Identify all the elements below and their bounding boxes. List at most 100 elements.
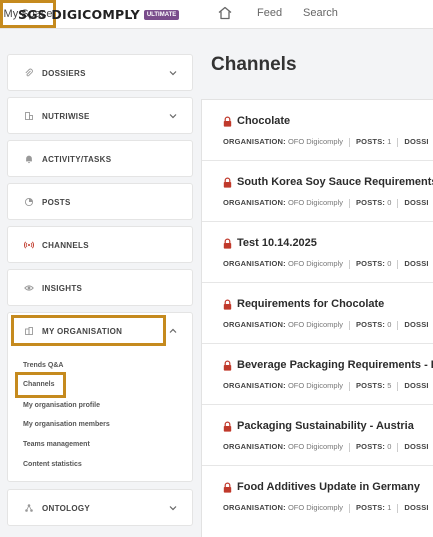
channel-title[interactable]: South Korea Soy Sauce Requirements xyxy=(237,176,433,188)
channel-row[interactable]: Chocolate ORGANISATION: OFO Digicomply PO… xyxy=(202,100,433,161)
page-title: Channels xyxy=(211,54,297,75)
channel-meta: ORGANISATION: OFO Digicomply POSTS: 5 DOSS… xyxy=(223,381,429,391)
logo-badge: ULTIMATE xyxy=(143,9,180,20)
channel-title[interactable]: Packaging Sustainability - Austria xyxy=(237,420,414,432)
organisation-value: OFO Digicomply xyxy=(287,259,343,268)
posts-label: POSTS: xyxy=(355,198,386,207)
org-subitem-members[interactable]: My organisation members xyxy=(23,421,110,428)
channel-title[interactable]: Beverage Packaging Requirements - EU xyxy=(237,359,433,371)
organisation-value: OFO Digicomply xyxy=(287,442,343,451)
chevron-up-icon[interactable] xyxy=(168,326,178,336)
org-subitem-teams[interactable]: Teams management xyxy=(23,441,90,448)
channel-meta: ORGANISATION: OFO Digicomply POSTS: 1 DOSS… xyxy=(223,503,429,513)
sidebar-item-ontology[interactable]: ONTOLOGY xyxy=(7,489,193,526)
sidebar-item-label: POSTS xyxy=(42,197,71,207)
channel-meta: ORGANISATION: OFO Digicomply POSTS: 0 DOSS… xyxy=(223,198,429,208)
channel-list: Chocolate ORGANISATION: OFO Digicomply PO… xyxy=(201,99,433,537)
channel-title[interactable]: Food Additives Update in Germany xyxy=(237,481,420,493)
sidebar-item-label: INSIGHTS xyxy=(42,283,83,293)
posts-icon xyxy=(24,197,34,207)
lock-icon xyxy=(223,177,232,188)
organisation-value: OFO Digicomply xyxy=(287,137,343,146)
posts-value: 0 xyxy=(387,259,392,268)
sidebar-item-activity-tasks[interactable]: ACTIVITY/TASKS xyxy=(7,140,193,177)
posts-value: 0 xyxy=(387,320,392,329)
org-subitem-trends-qa[interactable]: Trends Q&A xyxy=(23,362,63,369)
channel-meta: ORGANISATION: OFO Digicomply POSTS: 1 DOSS… xyxy=(223,137,429,147)
broadcast-icon xyxy=(24,241,34,249)
lock-icon xyxy=(223,421,232,432)
organisation-label: ORGANISATION: xyxy=(223,381,286,390)
sidebar-item-channels[interactable]: CHANNELS xyxy=(7,226,193,263)
channel-row[interactable]: Beverage Packaging Requirements - EU ORG… xyxy=(202,344,433,405)
organisation-label: ORGANISATION: xyxy=(223,442,286,451)
sidebar-item-label: CHANNELS xyxy=(42,240,89,250)
channel-meta: ORGANISATION: OFO Digicomply POSTS: 0 DOSS… xyxy=(223,320,429,330)
organisation-value: OFO Digicomply xyxy=(287,381,343,390)
nav-search[interactable]: Search xyxy=(303,7,338,19)
lock-icon xyxy=(223,238,232,249)
logo-text: SGS DIGICOMPLY xyxy=(18,7,140,22)
sidebar-item-posts[interactable]: POSTS xyxy=(7,183,193,220)
sidebar-item-insights[interactable]: INSIGHTS xyxy=(7,269,193,306)
organisation-value: OFO Digicomply xyxy=(287,198,343,207)
organisation-label: ORGANISATION: xyxy=(223,320,286,329)
lock-icon xyxy=(223,116,232,127)
sidebar-item-nutriwise[interactable]: NUTRIWISE xyxy=(7,97,193,134)
organisation-value: OFO Digicomply xyxy=(287,320,343,329)
organisation-label: ORGANISATION: xyxy=(223,503,286,512)
channel-title[interactable]: Chocolate xyxy=(237,115,290,127)
posts-label: POSTS: xyxy=(355,320,386,329)
channel-row[interactable]: Test 10.14.2025 ORGANISATION: OFO Digico… xyxy=(202,222,433,283)
organisation-label: ORGANISATION: xyxy=(223,198,286,207)
org-subitem-content-statistics[interactable]: Content statistics xyxy=(23,461,82,468)
sidebar-item-dossiers[interactable]: DOSSIERS xyxy=(7,54,193,91)
channel-title[interactable]: Test 10.14.2025 xyxy=(237,237,317,249)
dossiers-label: DOSSI xyxy=(404,137,429,146)
nav-feed[interactable]: Feed xyxy=(257,7,282,19)
lock-icon xyxy=(223,299,232,310)
channel-title[interactable]: Requirements for Chocolate xyxy=(237,298,384,310)
organisation-value: OFO Digicomply xyxy=(287,503,343,512)
my-organisation-highlight xyxy=(11,315,166,346)
posts-label: POSTS: xyxy=(355,442,386,451)
lock-icon xyxy=(223,482,232,493)
chevron-down-icon[interactable] xyxy=(168,503,178,513)
posts-value: 1 xyxy=(387,503,392,512)
org-subitem-profile[interactable]: My organisation profile xyxy=(23,402,100,409)
dossiers-label: DOSSI xyxy=(404,259,429,268)
channel-row[interactable]: Requirements for Chocolate ORGANISATION:… xyxy=(202,283,433,344)
eye-icon xyxy=(24,285,34,291)
home-icon[interactable] xyxy=(217,5,233,21)
posts-value: 5 xyxy=(387,381,392,390)
chevron-down-icon[interactable] xyxy=(168,68,178,78)
dossiers-label: DOSSI xyxy=(404,198,429,207)
logo[interactable]: SGS DIGICOMPLY ULTIMATE xyxy=(18,7,180,22)
posts-value: 0 xyxy=(387,442,392,451)
organisation-label: ORGANISATION: xyxy=(223,137,286,146)
posts-label: POSTS: xyxy=(355,503,386,512)
posts-label: POSTS: xyxy=(355,381,386,390)
paperclip-icon xyxy=(25,68,33,77)
sidebar-item-label: NUTRIWISE xyxy=(42,111,90,121)
channel-row[interactable]: South Korea Soy Sauce Requirements ORGAN… xyxy=(202,161,433,222)
sidebar-item-label: ACTIVITY/TASKS xyxy=(42,154,112,164)
channel-meta: ORGANISATION: OFO Digicomply POSTS: 0 DOSS… xyxy=(223,259,429,269)
posts-value: 0 xyxy=(387,198,392,207)
posts-label: POSTS: xyxy=(355,259,386,268)
top-header: SGS DIGICOMPLY ULTIMATE Feed Search My S… xyxy=(0,0,433,29)
channel-row[interactable]: Food Additives Update in Germany ORGANIS… xyxy=(202,466,433,527)
posts-label: POSTS: xyxy=(355,137,386,146)
sidebar-item-label: DOSSIERS xyxy=(42,68,86,78)
ontology-icon xyxy=(25,504,33,512)
dossiers-label: DOSSI xyxy=(404,381,429,390)
nutriwise-icon xyxy=(25,112,33,120)
channels-subitem-highlight xyxy=(15,372,66,398)
lock-icon xyxy=(223,360,232,371)
organisation-label: ORGANISATION: xyxy=(223,259,286,268)
chevron-down-icon[interactable] xyxy=(168,111,178,121)
sidebar-item-label: ONTOLOGY xyxy=(42,503,91,513)
channel-row[interactable]: Packaging Sustainability - Austria ORGAN… xyxy=(202,405,433,466)
posts-value: 1 xyxy=(387,137,392,146)
dossiers-label: DOSSI xyxy=(404,442,429,451)
